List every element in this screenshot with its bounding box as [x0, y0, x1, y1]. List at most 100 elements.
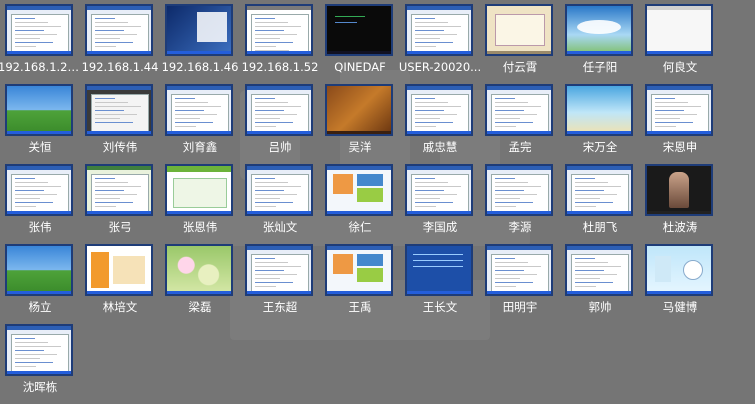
thumbnail-detail — [95, 198, 120, 199]
computer-tile[interactable]: 徐仁 — [324, 163, 394, 239]
computer-tile[interactable]: 郭帅 — [564, 243, 634, 319]
screen-thumbnail[interactable] — [85, 164, 153, 216]
screen-thumbnail[interactable] — [325, 164, 393, 216]
computer-tile[interactable]: 刘传伟 — [84, 83, 154, 159]
thumbnail-detail — [647, 6, 711, 54]
computer-tile[interactable]: 杨立 — [4, 243, 74, 319]
computer-tile[interactable]: 张恩伟 — [164, 163, 234, 239]
computer-tile[interactable]: 张灿文 — [244, 163, 314, 239]
thumbnail-detail — [15, 362, 53, 363]
screen-thumbnail[interactable] — [405, 244, 473, 296]
computer-tile[interactable]: QINEDAF — [324, 3, 394, 79]
thumbnail-detail — [15, 350, 44, 351]
screen-thumbnail[interactable] — [165, 164, 233, 216]
screen-thumbnail[interactable] — [645, 164, 713, 216]
computer-tile[interactable]: 张弓 — [84, 163, 154, 239]
computer-tile[interactable]: 王禹 — [324, 243, 394, 319]
screen-thumbnail[interactable] — [85, 84, 153, 136]
computer-tile[interactable]: 沈晖栋 — [4, 323, 74, 399]
computer-tile[interactable]: 杜波涛 — [644, 163, 714, 239]
thumbnail-detail — [647, 291, 711, 294]
computer-tile[interactable]: 李国成 — [404, 163, 474, 239]
thumbnail-detail — [327, 291, 391, 294]
computer-name-label: 宋恩申 — [662, 140, 698, 154]
screen-thumbnail[interactable] — [565, 84, 633, 136]
screen-thumbnail[interactable] — [5, 164, 73, 216]
thumbnail-detail — [95, 46, 116, 47]
computer-tile[interactable]: 付云霄 — [484, 3, 554, 79]
thumbnail-detail — [413, 260, 463, 261]
computer-tile[interactable]: 宋万全 — [564, 83, 634, 159]
thumbnail-detail — [255, 258, 275, 259]
screen-thumbnail[interactable] — [565, 4, 633, 56]
screen-thumbnail[interactable] — [325, 4, 393, 56]
screen-thumbnail[interactable] — [485, 164, 553, 216]
thumbnail-detail — [255, 30, 284, 31]
screen-thumbnail[interactable] — [645, 244, 713, 296]
screen-thumbnail[interactable] — [85, 244, 153, 296]
screen-thumbnail[interactable] — [325, 84, 393, 136]
screen-thumbnail[interactable] — [165, 84, 233, 136]
computer-tile[interactable]: 何良文 — [644, 3, 714, 79]
computer-tile[interactable]: 杜朋飞 — [564, 163, 634, 239]
screen-thumbnail[interactable] — [245, 164, 313, 216]
screen-thumbnail[interactable] — [565, 244, 633, 296]
screen-thumbnail[interactable] — [485, 84, 553, 136]
screen-thumbnail[interactable] — [5, 324, 73, 376]
computer-tile[interactable]: 孟完 — [484, 83, 554, 159]
screen-thumbnail[interactable] — [245, 4, 313, 56]
thumbnail-detail — [167, 246, 231, 294]
computer-tile[interactable]: 王长文 — [404, 243, 474, 319]
thumbnail-detail — [415, 34, 457, 35]
computer-tile[interactable]: 192.168.1.52 — [242, 3, 318, 79]
computer-tile[interactable]: 吕帅 — [244, 83, 314, 159]
thumbnail-detail — [567, 131, 631, 134]
screen-thumbnail[interactable] — [5, 84, 73, 136]
computer-tile[interactable]: 梁磊 — [164, 243, 234, 319]
computer-name-label: 沈晖栋 — [22, 380, 58, 394]
computer-tile[interactable]: 吴洋 — [324, 83, 394, 159]
thumbnail-detail — [95, 114, 137, 115]
screen-thumbnail[interactable] — [485, 244, 553, 296]
computer-tile[interactable]: 马健博 — [644, 243, 714, 319]
computer-name-label: USER-20020... — [398, 60, 482, 74]
screen-thumbnail[interactable] — [325, 244, 393, 296]
screen-thumbnail[interactable] — [405, 84, 473, 136]
screen-thumbnail[interactable] — [405, 164, 473, 216]
screen-thumbnail[interactable] — [245, 84, 313, 136]
computer-tile[interactable]: 田明宇 — [484, 243, 554, 319]
thumbnail-detail — [327, 51, 391, 54]
computer-name-label: 吴洋 — [348, 140, 372, 154]
computer-tile[interactable]: 戚忠慧 — [404, 83, 474, 159]
screen-thumbnail[interactable] — [165, 244, 233, 296]
thumbnail-detail — [247, 291, 311, 294]
computer-tile[interactable]: 林培文 — [84, 243, 154, 319]
computer-name-label: 杜波涛 — [662, 220, 698, 234]
computer-tile[interactable]: 192.168.1.46 — [162, 3, 238, 79]
screen-thumbnail[interactable] — [165, 4, 233, 56]
screen-thumbnail[interactable] — [645, 4, 713, 56]
screen-thumbnail[interactable] — [5, 244, 73, 296]
computer-tile[interactable]: 关恒 — [4, 83, 74, 159]
thumbnail-detail — [87, 291, 151, 294]
computer-tile[interactable]: 李源 — [484, 163, 554, 239]
screen-thumbnail[interactable] — [485, 4, 553, 56]
computer-tile[interactable]: 王东超 — [244, 243, 314, 319]
computer-tile[interactable]: 192.168.1.44 — [82, 3, 158, 79]
thumbnail-detail — [407, 166, 471, 214]
computer-tile[interactable]: 192.168.1.220 — [0, 3, 82, 79]
thumbnail-detail — [95, 206, 116, 207]
computer-tile[interactable]: USER-20020... — [399, 3, 481, 79]
screen-thumbnail[interactable] — [85, 4, 153, 56]
computer-tile[interactable]: 宋恩申 — [644, 83, 714, 159]
thumbnail-detail — [407, 131, 471, 134]
screen-thumbnail[interactable] — [645, 84, 713, 136]
thumbnail-detail — [415, 126, 436, 127]
screen-thumbnail[interactable] — [405, 4, 473, 56]
screen-thumbnail[interactable] — [565, 164, 633, 216]
computer-tile[interactable]: 张伟 — [4, 163, 74, 239]
screen-thumbnail[interactable] — [245, 244, 313, 296]
computer-tile[interactable]: 任子阳 — [564, 3, 634, 79]
screen-thumbnail[interactable] — [5, 4, 73, 56]
computer-tile[interactable]: 刘育鑫 — [164, 83, 234, 159]
